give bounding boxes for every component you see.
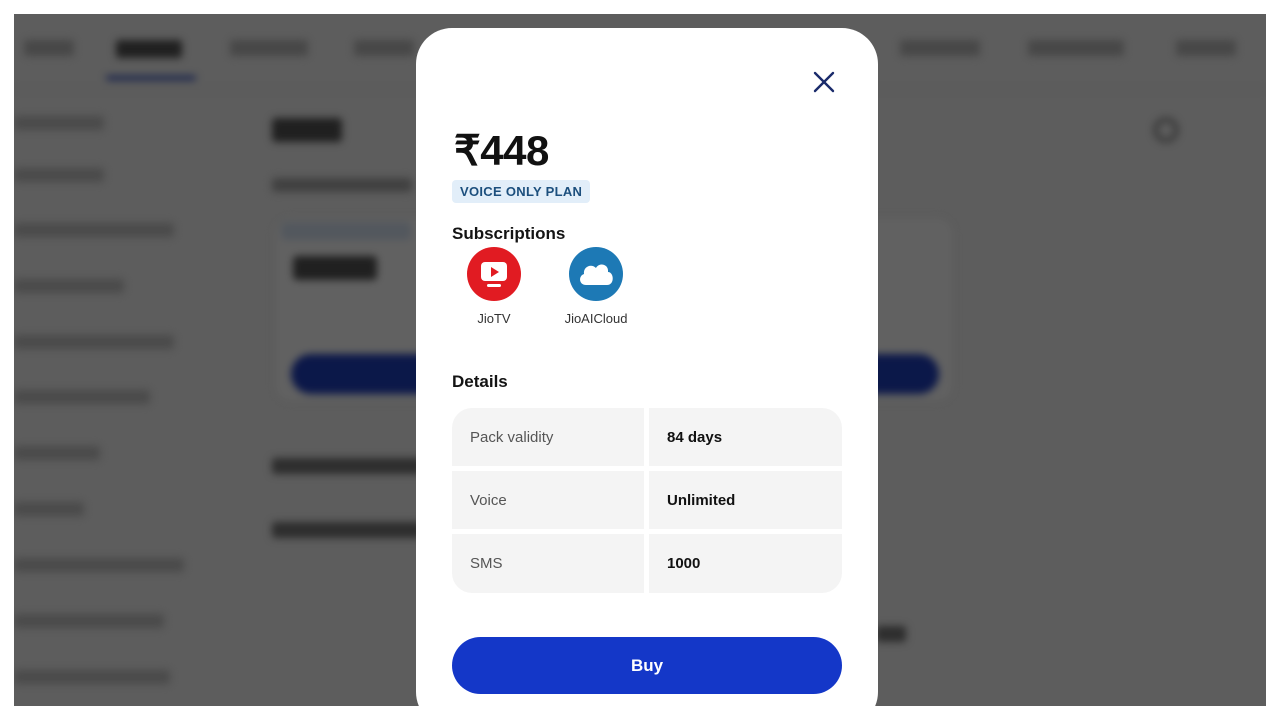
close-button[interactable] xyxy=(810,68,838,96)
pack-validity-label: Pack validity xyxy=(452,408,644,466)
close-icon xyxy=(813,71,835,93)
plan-type-badge: VOICE ONLY PLAN xyxy=(452,180,591,203)
plan-details-modal: ₹448 VOICE ONLY PLAN Subscriptions JioTV… xyxy=(416,28,878,728)
subscription-jioaicloud[interactable]: JioAICloud xyxy=(546,247,646,326)
voice-value: Unlimited xyxy=(649,471,842,529)
voice-label: Voice xyxy=(452,471,644,529)
sms-label: SMS xyxy=(452,534,644,593)
subscription-label: JioAICloud xyxy=(564,311,628,326)
jioaicloud-icon xyxy=(569,247,623,301)
subscription-label: JioTV xyxy=(477,311,511,326)
jiotv-icon xyxy=(467,247,521,301)
subscription-jiotv[interactable]: JioTV xyxy=(444,247,544,326)
sms-value: 1000 xyxy=(649,534,842,593)
pack-validity-value: 84 days xyxy=(649,408,842,466)
details-heading: Details xyxy=(452,372,508,391)
subscriptions-heading: Subscriptions xyxy=(452,224,566,243)
plan-price: ₹448 xyxy=(454,127,549,174)
details-table: Pack validity 84 days Voice Unlimited SM… xyxy=(452,408,842,593)
buy-button[interactable]: Buy xyxy=(452,637,842,694)
